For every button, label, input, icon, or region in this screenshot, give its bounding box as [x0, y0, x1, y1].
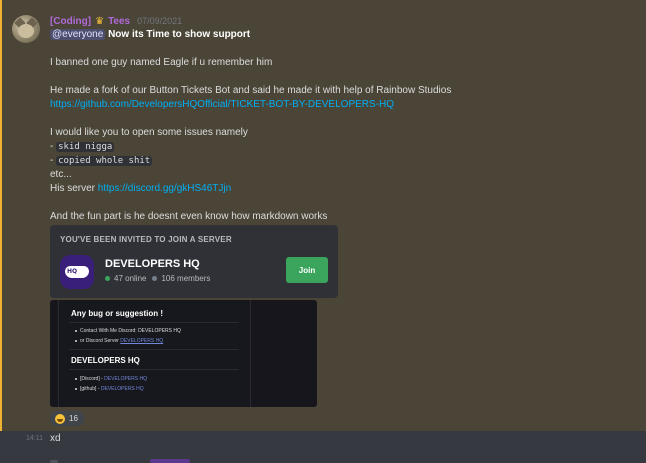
image-inner-card: Any bug or suggestion ! Contact With Me … — [58, 300, 251, 407]
message-content: @everyone Now its Time to show support I… — [50, 28, 630, 224]
line-etc: etc... — [50, 169, 72, 180]
crown-icon: ♛ — [95, 15, 105, 27]
issue2-code: copied whole shit — [56, 156, 153, 166]
invite-title: YOU'VE BEEN INVITED TO JOIN A SERVER — [60, 235, 232, 244]
members-dot-icon — [152, 276, 158, 281]
image-heading-developers: DEVELOPERS HQ — [71, 356, 140, 365]
repo-link[interactable]: https://github.com/DevelopersHQOfficial/… — [50, 99, 394, 110]
server-prefix: His server — [50, 183, 98, 194]
server-invite-link[interactable]: https://discord.gg/gkHS46TJjn — [98, 183, 231, 194]
online-count: 47 online — [114, 274, 147, 283]
image-item-github-link: DEVELOPERS HQ — [100, 386, 144, 392]
line-fork: He made a fork of our Button Tickets Bot… — [50, 85, 452, 96]
image-item-server-prefix: or Discord Server — [80, 338, 121, 344]
message-header: [Coding] ♛ Tees 07/09/2021 — [50, 14, 182, 28]
image-divider — [69, 369, 239, 370]
server-icon-text: HQ — [67, 268, 78, 275]
image-divider — [69, 349, 239, 350]
line-issues: I would like you to open some issues nam… — [50, 127, 248, 138]
avatar-face — [18, 24, 34, 38]
join-button[interactable]: Join — [286, 257, 328, 283]
author-username-suffix[interactable]: Tees — [108, 16, 130, 27]
image-item-github: [github] - DEVELOPERS HQ — [75, 386, 144, 392]
author-avatar[interactable] — [12, 15, 40, 43]
laughing-emoji-icon — [55, 413, 65, 424]
next-author-role-peek — [150, 459, 190, 463]
image-item-github-prefix: [github] - — [80, 386, 101, 392]
members-count: 106 members — [161, 274, 211, 283]
image-item-contact: Contact With Me Discord: DEVELOPERS HQ — [75, 328, 181, 334]
everyone-mention[interactable]: @everyone — [50, 29, 106, 40]
image-item-discord-prefix: [Discord] - — [80, 376, 105, 382]
image-item-discord-link: DEVELOPERS HQ — [104, 376, 147, 382]
reaction-count: 16 — [69, 414, 78, 423]
invite-server-stats: 47 online 106 members — [105, 274, 210, 283]
line-banned: I banned one guy named Eagle if u rememb… — [50, 57, 273, 68]
image-item-discord: [Discord] - DEVELOPERS HQ — [75, 376, 147, 382]
image-item-contact-text: Contact With Me Discord: DEVELOPERS HQ — [80, 328, 181, 334]
attached-image[interactable]: Any bug or suggestion ! Contact With Me … — [50, 300, 317, 407]
online-dot-icon — [105, 276, 110, 281]
server-icon[interactable]: HQ — [60, 255, 94, 289]
line-fun: And the fun part is he doesnt even know … — [50, 211, 328, 222]
message-timestamp: 07/09/2021 — [137, 16, 183, 26]
author-username[interactable]: [Coding] — [50, 16, 91, 27]
image-heading-bug: Any bug or suggestion ! — [71, 309, 163, 318]
issue1-code: skid nigga — [56, 142, 115, 152]
reaction-button[interactable]: 16 — [50, 411, 84, 426]
invite-server-name[interactable]: DEVELOPERS HQ — [105, 258, 200, 270]
server-invite-card: YOU'VE BEEN INVITED TO JOIN A SERVER HQ … — [50, 225, 338, 298]
next-message-time: 14:11 — [26, 435, 43, 442]
image-item-server: or Discord Server DEVELOPERS HQ — [75, 338, 163, 344]
image-divider — [69, 322, 239, 323]
image-item-server-link: DEVELOPERS HQ — [120, 338, 164, 344]
next-message-text: xd — [50, 433, 61, 444]
message-headline: Now its Time to show support — [108, 29, 251, 40]
